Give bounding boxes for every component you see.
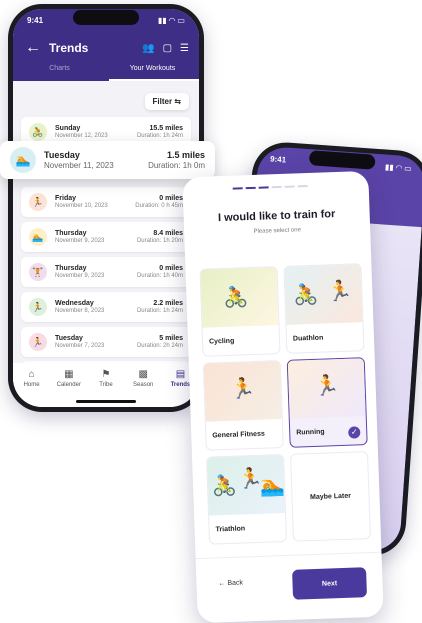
workout-duration: Duration: 1h 0m: [148, 160, 205, 170]
swimming-icon: 🏊: [29, 228, 47, 246]
training-goal-sheet: I would like to train for Please select …: [182, 170, 384, 623]
workout-row[interactable]: 🏋 Thursday November 9, 2023 0 miles Duration…: [21, 257, 191, 287]
option-cycling[interactable]: 🚴 Cycling: [199, 266, 281, 357]
back-button[interactable]: ← Back: [218, 580, 243, 588]
option-label: Triathlon: [215, 525, 246, 534]
nav-home[interactable]: ⌂ Home: [13, 369, 50, 407]
workout-day: Wednesday: [55, 299, 94, 307]
workout-miles: 8.4 miles: [153, 229, 183, 237]
option-label: Cycling: [208, 337, 235, 346]
workout-row[interactable]: 🏊 Thursday November 9, 2023 8.4 miles Durati…: [21, 222, 191, 252]
nav-label: Home: [23, 382, 40, 388]
tab-bar: Charts Your Workouts: [13, 65, 199, 72]
next-button[interactable]: Next: [292, 567, 368, 600]
option-label: Maybe Later: [309, 492, 352, 501]
status-time: 9:41: [269, 154, 287, 165]
workout-miles: 0 miles: [159, 264, 183, 272]
trends-phone: 9:41 ▮▮ ◠ ▭ ← Trends 👥 ▢ ☰ Charts Your W…: [8, 4, 204, 412]
running-icon: 🏃: [29, 333, 47, 351]
signal-wifi-battery-icon: ▮▮ ◠ ▭: [384, 162, 413, 174]
workout-date: November 9, 2023: [55, 237, 105, 244]
progress-steps: [232, 185, 308, 190]
workout-day: Thursday: [55, 264, 87, 272]
question-title: I would like to train for: [217, 208, 336, 225]
option-label: General Fitness: [212, 430, 265, 440]
users-icon[interactable]: 👥: [142, 43, 154, 54]
running-icon: 🏃: [29, 298, 47, 316]
notification-icon[interactable]: ▢: [163, 43, 172, 54]
workout-day: Tuesday: [55, 334, 83, 342]
workout-row[interactable]: 🏃 Friday November 10, 2023 0 miles Duration:…: [21, 187, 191, 217]
workout-day: Thursday: [55, 229, 87, 237]
filter-button[interactable]: Filter ⇆: [144, 93, 189, 110]
sheet-footer: ← Back Next: [195, 551, 384, 623]
workout-duration: Duration: 0 h 45m: [135, 202, 183, 209]
workout-duration: Duration: 1h 40m: [136, 272, 183, 279]
workout-miles: 5 miles: [159, 334, 183, 342]
workout-row[interactable]: 🏃 Tuesday November 7, 2023 5 miles Duration:…: [21, 327, 191, 357]
dynamic-island: [73, 10, 139, 25]
workout-miles: 15.5 miles: [149, 124, 183, 132]
fitness-illustration: 🏃: [203, 361, 282, 422]
nav-label: Calender: [56, 382, 81, 388]
workout-date: November 11, 2023: [44, 160, 114, 170]
question-subtitle: Please select one: [253, 227, 301, 235]
status-time: 9:41: [27, 16, 44, 25]
option-grid: 🚴 Cycling 🚴 🏃 Duathlon 🏃 General Fitness …: [199, 263, 372, 545]
option-triathlon[interactable]: 🚴 🏃 🏊 Triathlon: [206, 454, 288, 545]
workout-row[interactable]: 🏃 Wednesday November 8, 2023 2.2 miles Durat…: [21, 292, 191, 322]
back-arrow-icon[interactable]: ←: [25, 39, 41, 57]
duathlon-illustration: 🚴 🏃: [284, 264, 363, 325]
workout-date: November 9, 2023: [55, 272, 105, 279]
swimming-icon: 🏊: [10, 147, 36, 173]
flag-icon: ⚑: [101, 369, 111, 380]
workout-date: November 7, 2023: [55, 342, 105, 349]
option-maybe-later[interactable]: Maybe Later: [289, 451, 372, 542]
signal-wifi-battery-icon: ▮▮ ◠ ▭: [158, 16, 185, 25]
workout-miles: 0 miles: [159, 194, 183, 202]
running-illustration: 🏃: [287, 358, 366, 419]
nav-label: Trends: [170, 382, 191, 388]
workout-duration: Duration: 2h 24m: [136, 342, 183, 349]
workout-duration: Duration: 1h 24m: [136, 307, 183, 314]
cycling-illustration: 🚴: [200, 267, 279, 328]
workout-day: Sunday: [55, 124, 81, 132]
nav-label: Season: [133, 382, 154, 388]
tab-your-workouts[interactable]: Your Workouts: [106, 65, 199, 72]
nav-label: Tribe: [99, 382, 113, 388]
workout-day: Friday: [55, 194, 77, 202]
option-label: Running: [296, 428, 325, 437]
workout-miles: 1.5 miles: [166, 150, 205, 161]
workout-duration: Duration: 1h 20m: [136, 237, 183, 244]
workout-date: November 8, 2023: [55, 307, 105, 314]
option-general-fitness[interactable]: 🏃 General Fitness: [202, 360, 284, 451]
option-duathlon[interactable]: 🚴 🏃 Duathlon: [283, 263, 365, 354]
option-label: Duathlon: [292, 334, 324, 343]
running-icon: 🏃: [29, 193, 47, 211]
menu-icon[interactable]: ☰: [180, 43, 189, 54]
filter-label: Filter: [152, 97, 173, 106]
home-indicator: [76, 400, 136, 403]
workout-duration: Duration: 1h 24m: [136, 132, 183, 139]
home-icon: ⌂: [28, 369, 35, 380]
sheet-card: I would like to train for Please select …: [182, 170, 384, 623]
top-bar: ← Trends 👥 ▢ ☰: [25, 39, 189, 57]
check-icon: ✓: [348, 426, 361, 439]
season-icon: ▩: [138, 369, 148, 380]
page-title: Trends: [49, 41, 89, 55]
sliders-icon: ⇆: [174, 97, 181, 106]
calendar-icon: ▦: [64, 369, 74, 380]
trends-screen: 9:41 ▮▮ ◠ ▭ ← Trends 👥 ▢ ☰ Charts Your W…: [13, 9, 199, 407]
active-tab-indicator: [109, 79, 199, 81]
expanded-workout-card[interactable]: 🏊 Tuesday November 11, 2023 1.5 miles Du…: [0, 141, 215, 179]
triathlon-illustration: 🚴 🏃 🏊: [207, 455, 285, 516]
cycling-icon: 🚴: [29, 123, 47, 141]
workout-date: November 10, 2023: [55, 202, 108, 209]
workout-miles: 2.2 miles: [153, 299, 183, 307]
option-running[interactable]: 🏃 Running ✓: [286, 357, 368, 448]
workout-day: Tuesday: [44, 150, 80, 161]
strength-icon: 🏋: [29, 263, 47, 281]
workout-date: November 12, 2023: [55, 132, 108, 139]
tab-charts[interactable]: Charts: [13, 65, 106, 72]
